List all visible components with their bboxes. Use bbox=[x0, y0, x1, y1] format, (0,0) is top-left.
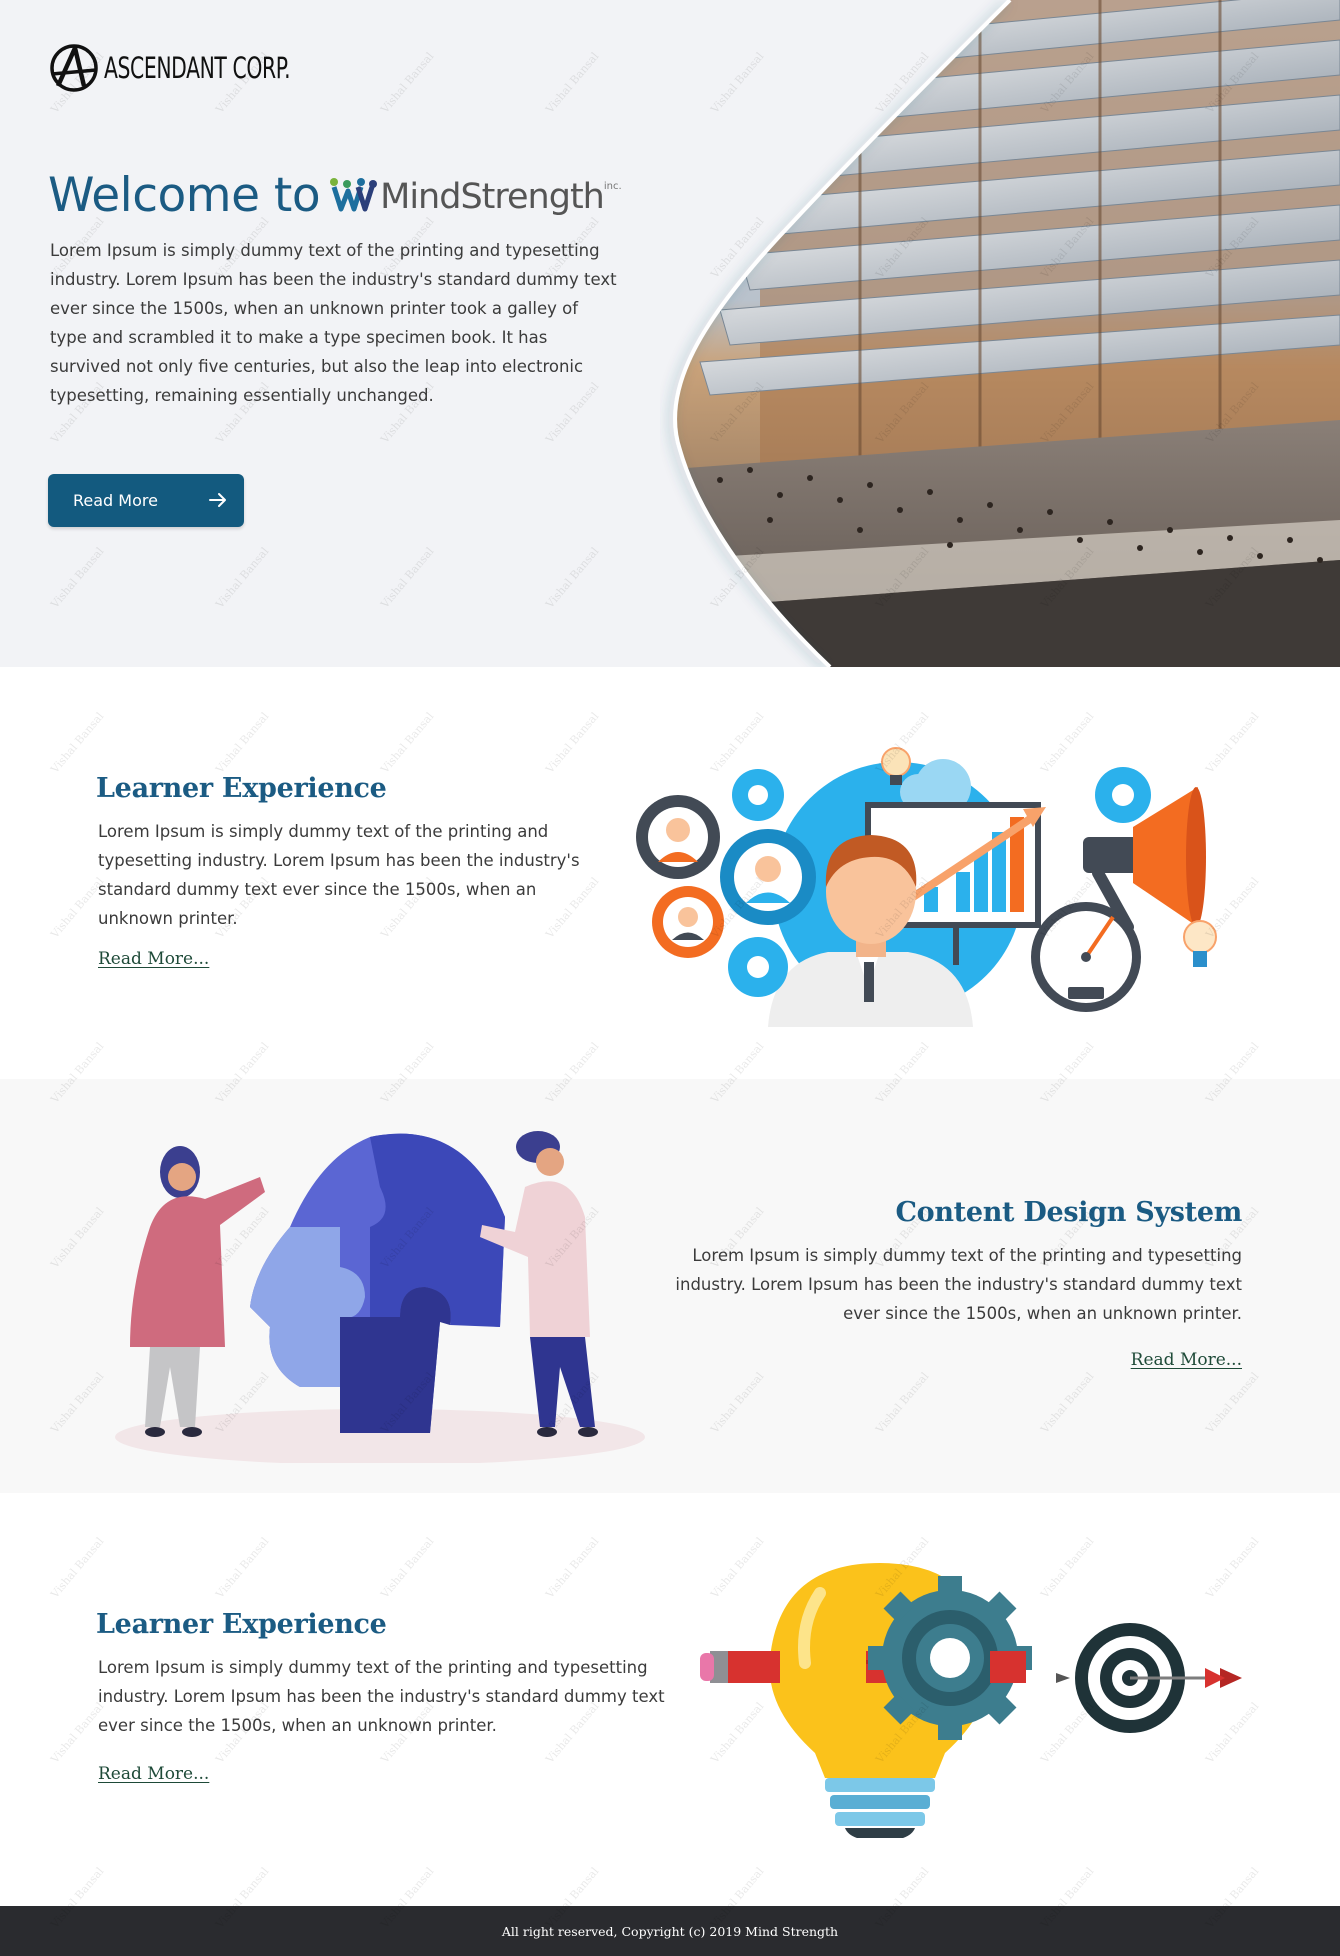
section-text: Lorem Ipsum is simply dummy text of the … bbox=[98, 822, 580, 928]
hero-description: Lorem Ipsum is simply dummy text of the … bbox=[50, 241, 617, 405]
read-more-link[interactable]: Read More... bbox=[98, 949, 209, 969]
read-more-link[interactable]: Read More... bbox=[98, 1764, 209, 1784]
lightbulb-target-illustration bbox=[700, 1563, 1242, 1838]
read-more-label: Read More bbox=[73, 491, 158, 510]
gears-analytics-illustration bbox=[636, 747, 1217, 1027]
mindstrength-wordmark: MindStrength bbox=[380, 176, 605, 217]
mindstrength-logo: MindStrength inc. bbox=[328, 175, 622, 217]
hero-section: ASCENDANT CORP. Welcome to MindStrength … bbox=[0, 0, 1340, 667]
brand-logo[interactable]: ASCENDANT CORP. bbox=[48, 42, 343, 94]
page-title: Welcome to MindStrength inc. bbox=[48, 168, 622, 223]
read-more-button[interactable]: Read More bbox=[48, 474, 244, 527]
hero-building-photo bbox=[672, 0, 1340, 667]
mindstrength-logo-icon bbox=[330, 177, 378, 211]
learner-experience-section-2: Learner Experience Lorem Ipsum is simply… bbox=[0, 1493, 1340, 1906]
mindstrength-inc: inc. bbox=[603, 180, 622, 192]
read-more-link[interactable]: Read More... bbox=[1131, 1350, 1242, 1370]
footer: All right reserved, Copyright (c) 2019 M… bbox=[0, 1906, 1340, 1956]
puzzle-head-illustration bbox=[115, 1131, 645, 1463]
anarchy-a-logo-icon bbox=[50, 44, 98, 92]
section-text: Lorem Ipsum is simply dummy text of the … bbox=[675, 1246, 1242, 1323]
arrow-right-icon bbox=[209, 493, 226, 507]
section-title: Learner Experience bbox=[96, 1609, 387, 1640]
section-text: Lorem Ipsum is simply dummy text of the … bbox=[98, 1658, 665, 1735]
learner-experience-section: Learner Experience Lorem Ipsum is simply… bbox=[0, 667, 1340, 1079]
section-title: Learner Experience bbox=[96, 773, 387, 804]
brand-name: ASCENDANT CORP. bbox=[104, 51, 291, 85]
copyright-text: All right reserved, Copyright (c) 2019 M… bbox=[501, 1923, 839, 1939]
section-title: Content Design System bbox=[895, 1197, 1242, 1228]
content-design-section: Content Design System Lorem Ipsum is sim… bbox=[0, 1079, 1340, 1493]
welcome-text: Welcome to bbox=[48, 168, 321, 223]
